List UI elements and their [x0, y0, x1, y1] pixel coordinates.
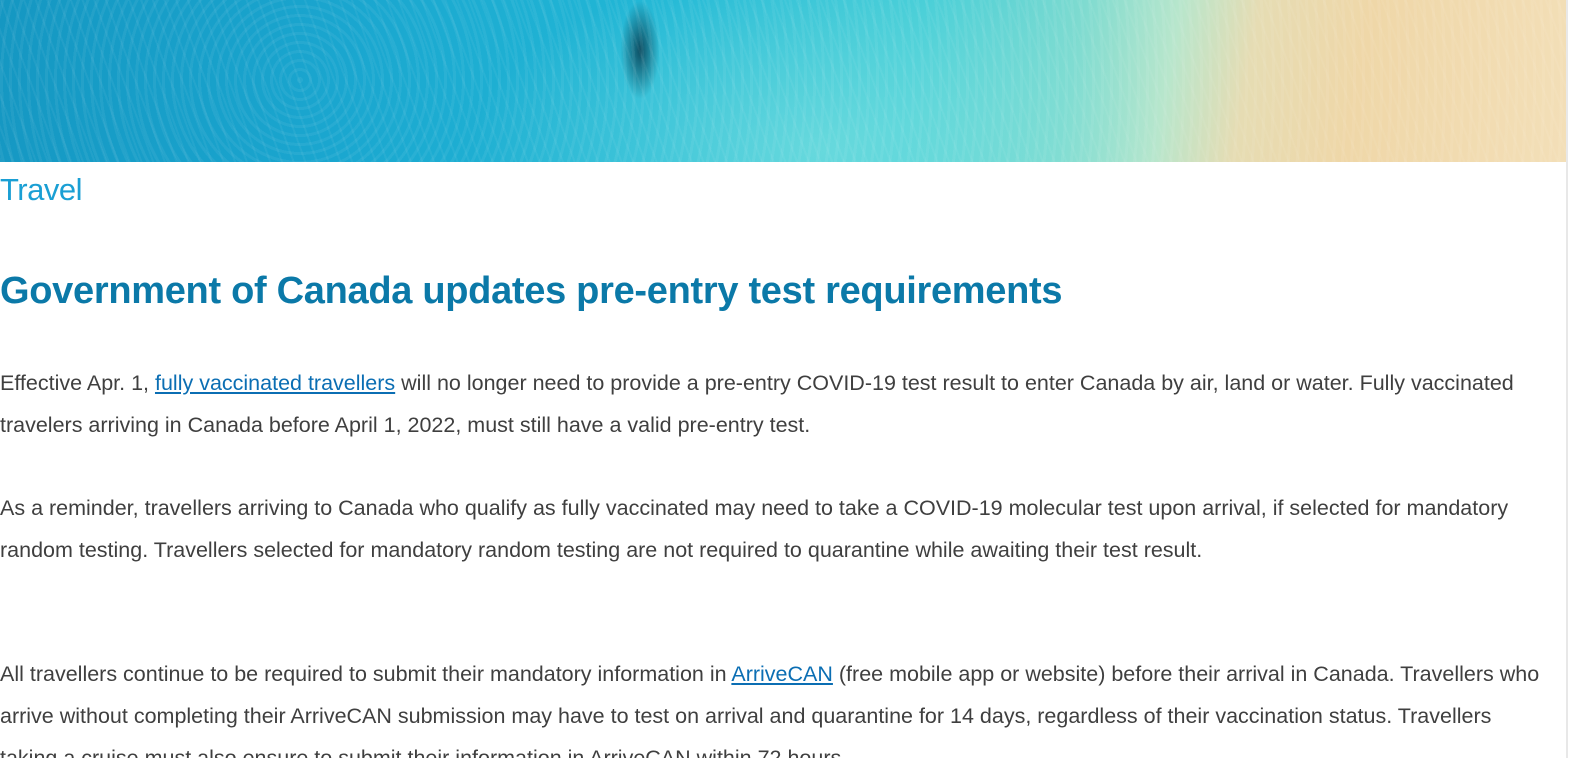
article-paragraph-2: As a reminder, travellers arriving to Ca…	[0, 496, 1509, 562]
paragraph-3-text-start: All travellers continue to be required t…	[0, 662, 732, 686]
page-edge-divider	[1566, 0, 1568, 758]
article-title: Government of Canada updates pre-entry t…	[0, 270, 1063, 312]
article-paragraph-1: Effective Apr. 1, fully vaccinated trave…	[0, 362, 1540, 446]
section-label: Travel	[0, 172, 82, 207]
paragraph-1-text-start: Effective Apr. 1,	[0, 371, 155, 395]
fully-vaccinated-travellers-link[interactable]: fully vaccinated travellers	[155, 371, 395, 395]
arrivecan-link[interactable]: ArriveCAN	[731, 662, 833, 686]
hero-beach-image	[0, 0, 1568, 162]
hero-texture	[0, 0, 1568, 162]
article-paragraph-3: All travellers continue to be required t…	[0, 653, 1540, 758]
